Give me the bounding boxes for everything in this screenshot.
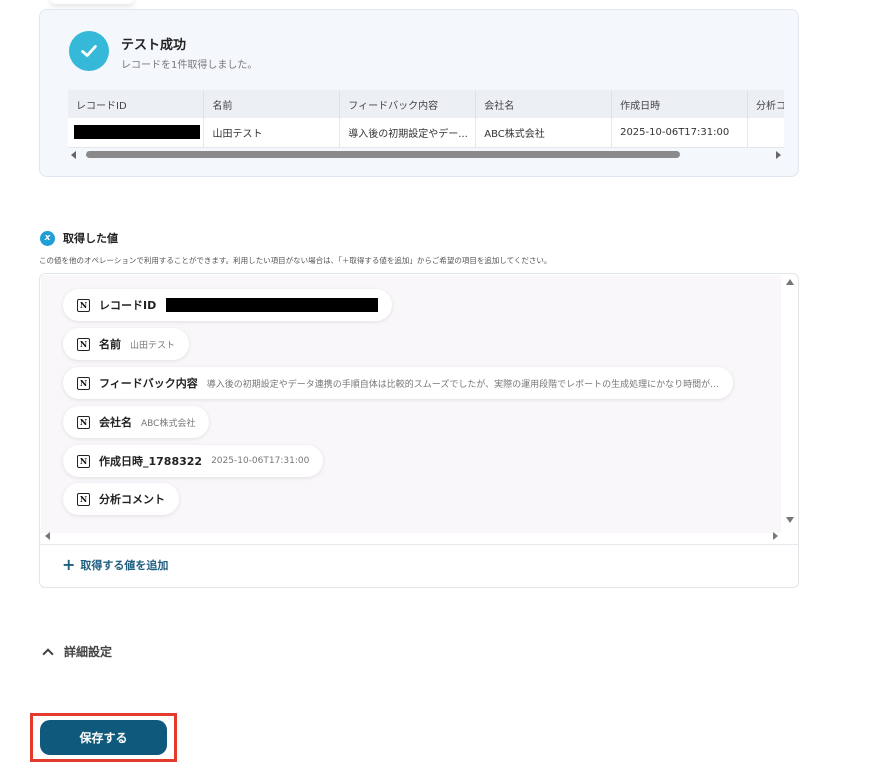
notion-icon: N	[77, 376, 90, 390]
plus-icon: +	[62, 555, 76, 574]
value-label: 分析コメント	[99, 493, 165, 506]
scrollbar-thumb[interactable]	[86, 151, 680, 158]
test-result-subtitle: レコードを1件取得しました。	[121, 60, 258, 71]
chevron-up-icon	[42, 647, 54, 660]
divider	[40, 544, 798, 545]
add-value-button[interactable]: + 取得する値を追加	[62, 557, 168, 573]
value-pill-company[interactable]: N 会社名 ABC株式会社	[63, 406, 210, 438]
test-result-card: テスト成功 レコードを1件取得しました。 レコードID 名前 フィードバック内容…	[39, 9, 799, 177]
redacted-record-id	[74, 125, 200, 140]
value-label: 作成日時_1788322	[99, 455, 203, 468]
table-cell: 山田テスト	[203, 118, 341, 148]
column-header: 名前	[203, 90, 341, 118]
scroll-left-arrow-icon[interactable]	[71, 151, 76, 159]
column-header: 分析コ	[747, 90, 784, 118]
value-label: 名前	[99, 338, 121, 351]
notion-icon: N	[77, 337, 90, 351]
redacted-value	[166, 298, 379, 312]
acquired-values-title: 取得した値	[63, 232, 118, 245]
notion-icon: N	[77, 415, 90, 429]
acquired-values-list: N レコードID N 名前 山田テスト N フィードバック内容 導入後の初期設定…	[41, 275, 781, 533]
notion-icon: N	[77, 454, 90, 468]
table-header-row: レコードID 名前 フィードバック内容 会社名 作成日時 分析コ	[68, 90, 784, 118]
scroll-right-arrow-icon[interactable]	[776, 151, 781, 159]
column-header: フィードバック内容	[339, 90, 477, 118]
acquired-values-header: x 取得した値	[40, 230, 118, 246]
result-table: レコードID 名前 フィードバック内容 会社名 作成日時 分析コ 山田テスト 導…	[68, 90, 784, 162]
scroll-left-arrow-icon[interactable]	[45, 532, 50, 540]
previous-card-edge	[50, 0, 134, 4]
value-text: 2025-10-06T17:31:00	[211, 456, 310, 466]
detail-settings-toggle[interactable]: 詳細設定	[42, 643, 113, 660]
test-result-title: テスト成功	[121, 38, 187, 53]
column-header: 会社名	[475, 90, 613, 118]
scroll-up-arrow-icon[interactable]	[786, 279, 794, 285]
add-value-label: 取得する値を追加	[80, 559, 169, 572]
check-icon	[69, 31, 109, 71]
notion-icon: N	[77, 492, 90, 506]
table-horizontal-scrollbar[interactable]	[68, 149, 784, 162]
acquired-values-description: この値を他のオペレーションで利用することができます。利用したい項目がない場合は、…	[39, 256, 552, 265]
value-label: 会社名	[99, 416, 132, 429]
table-cell: 2025-10-06T17:31:00	[611, 118, 749, 148]
value-text: ABC株式会社	[141, 418, 196, 429]
scroll-right-arrow-icon[interactable]	[773, 532, 778, 540]
column-header: レコードID	[68, 90, 205, 118]
table-row: 山田テスト 導入後の初期設定やデー... ABC株式会社 2025-10-06T…	[68, 118, 784, 148]
table-cell: 導入後の初期設定やデー...	[339, 118, 477, 148]
table-cell: ABC株式会社	[475, 118, 613, 148]
value-label: フィードバック内容	[99, 377, 198, 390]
value-pill-record-id[interactable]: N レコードID	[63, 289, 393, 321]
notion-icon: N	[77, 298, 90, 312]
value-pill-feedback[interactable]: N フィードバック内容 導入後の初期設定やデータ連携の手順自体は比較的スムーズで…	[63, 367, 733, 399]
value-pill-analysis-comment[interactable]: N 分析コメント	[63, 483, 179, 515]
table-cell	[747, 118, 784, 148]
variable-icon: x	[40, 230, 55, 246]
acquired-values-box: N レコードID N 名前 山田テスト N フィードバック内容 導入後の初期設定…	[39, 273, 799, 588]
column-header: 作成日時	[611, 90, 749, 118]
table-cell-record-id	[68, 118, 205, 148]
value-pill-created-at[interactable]: N 作成日時_1788322 2025-10-06T17:31:00	[63, 445, 324, 477]
value-text: 山田テスト	[130, 340, 176, 351]
save-button[interactable]: 保存する	[40, 720, 167, 755]
detail-settings-label: 詳細設定	[64, 645, 113, 659]
value-pill-name[interactable]: N 名前 山田テスト	[63, 328, 190, 360]
value-text: 導入後の初期設定やデータ連携の手順自体は比較的スムーズでしたが、実際の運用段階で…	[206, 379, 719, 390]
value-label: レコードID	[99, 299, 157, 312]
scroll-down-arrow-icon[interactable]	[786, 517, 794, 523]
